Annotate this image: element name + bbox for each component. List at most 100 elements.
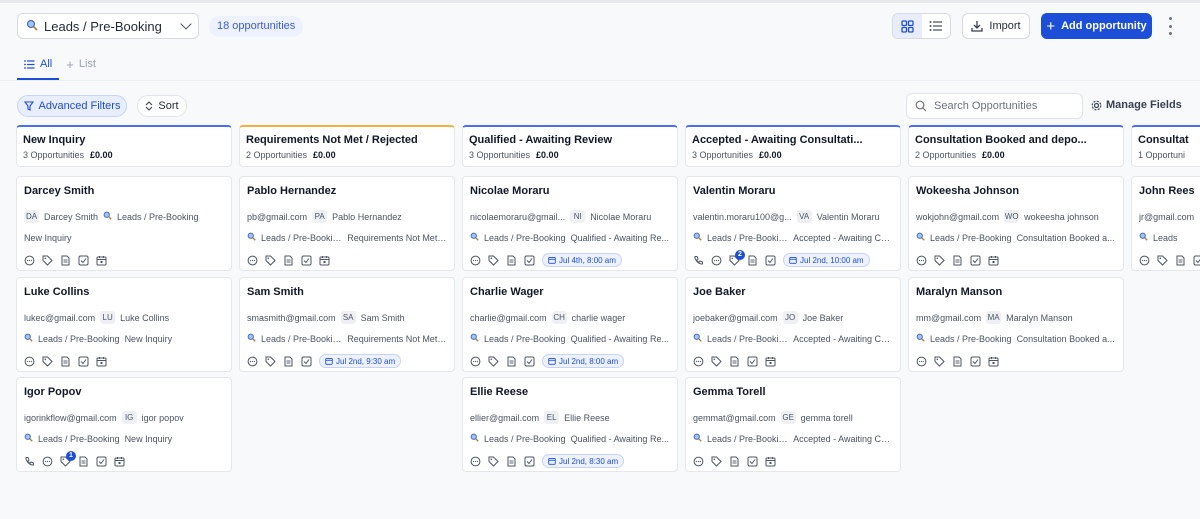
chat-icon[interactable] bbox=[470, 456, 481, 467]
opportunity-card[interactable]: Valentin Moraru valentin.moraru100@g... VA… bbox=[685, 176, 901, 271]
opportunity-card[interactable]: Nicolae Moraru nicolaemoraru@gmail... NI Ni… bbox=[462, 176, 678, 271]
pipeline-select[interactable]: Leads / Pre-Booking bbox=[17, 13, 199, 39]
note-icon[interactable] bbox=[78, 456, 89, 467]
note-icon[interactable] bbox=[283, 356, 294, 367]
phone-icon[interactable] bbox=[24, 456, 35, 467]
appointment-badge[interactable]: Jul 2nd, 8:00 am bbox=[542, 354, 625, 368]
opportunity-name[interactable]: Maralyn Manson bbox=[916, 285, 1116, 299]
opportunity-card[interactable]: Ellie Reese ellier@gmail.com EL Ellie Reese… bbox=[462, 377, 678, 472]
tag-icon[interactable] bbox=[934, 356, 945, 367]
tag-icon[interactable] bbox=[1157, 255, 1168, 266]
opportunity-card[interactable]: Pablo Hernandez pb@gmail.com PA Pablo Herna… bbox=[239, 176, 455, 271]
opportunity-name[interactable]: Charlie Wager bbox=[470, 285, 670, 299]
task-icon[interactable] bbox=[747, 456, 758, 467]
opportunity-card[interactable]: Charlie Wager charlie@gmail.com CH charlie … bbox=[462, 277, 678, 372]
chat-icon[interactable] bbox=[693, 456, 704, 467]
note-icon[interactable] bbox=[506, 356, 517, 367]
tag-icon[interactable] bbox=[265, 255, 276, 266]
opportunity-card[interactable]: Gemma Torell gemmat@gmail.com GE gemma tore… bbox=[685, 377, 901, 472]
calendar-icon[interactable] bbox=[988, 255, 999, 266]
tag-icon[interactable] bbox=[488, 456, 499, 467]
chat-icon[interactable] bbox=[470, 255, 481, 266]
calendar-icon[interactable] bbox=[765, 456, 776, 467]
chat-icon[interactable] bbox=[24, 255, 35, 266]
calendar-icon[interactable] bbox=[765, 356, 776, 367]
opportunity-name[interactable]: Valentin Moraru bbox=[693, 184, 893, 198]
search-input[interactable] bbox=[934, 100, 1074, 112]
opportunity-name[interactable]: Sam Smith bbox=[247, 285, 447, 299]
tab-all[interactable]: All bbox=[24, 56, 52, 72]
appointment-badge[interactable]: Jul 2nd, 8:30 am bbox=[542, 454, 625, 468]
chat-icon[interactable] bbox=[42, 456, 53, 467]
manage-fields-button[interactable]: Manage Fields bbox=[1091, 99, 1182, 111]
tag-icon[interactable] bbox=[42, 255, 53, 266]
chat-icon[interactable] bbox=[916, 255, 927, 266]
opportunity-name[interactable]: Joe Baker bbox=[693, 285, 893, 299]
appointment-badge[interactable]: Jul 2nd, 9:30 am bbox=[319, 354, 402, 368]
task-icon[interactable] bbox=[78, 356, 89, 367]
calendar-icon[interactable] bbox=[988, 356, 999, 367]
task-icon[interactable] bbox=[96, 456, 107, 467]
opportunity-name[interactable]: Wokeesha Johnson bbox=[916, 184, 1116, 198]
opportunity-name[interactable]: Pablo Hernandez bbox=[247, 184, 447, 198]
tag-icon[interactable] bbox=[488, 255, 499, 266]
note-icon[interactable] bbox=[1175, 255, 1186, 266]
opportunity-card[interactable]: John Rees jr@gmail.com Leads bbox=[1131, 176, 1200, 271]
tag-icon[interactable] bbox=[934, 255, 945, 266]
note-icon[interactable] bbox=[506, 456, 517, 467]
task-icon[interactable] bbox=[524, 255, 535, 266]
opportunity-name[interactable]: Darcey Smith bbox=[24, 184, 224, 198]
opportunity-card[interactable]: Darcey Smith DA Darcey Smith Leads / Pre-Bo… bbox=[16, 176, 232, 271]
calendar-icon[interactable] bbox=[319, 255, 330, 266]
chat-icon[interactable] bbox=[693, 356, 704, 367]
opportunity-name[interactable]: Igor Popov bbox=[24, 385, 224, 399]
opportunity-name[interactable]: Gemma Torell bbox=[693, 385, 893, 399]
opportunity-card[interactable]: Maralyn Manson mm@gmail.com MA Maralyn Mans… bbox=[908, 277, 1124, 372]
chat-icon[interactable] bbox=[470, 356, 481, 367]
note-icon[interactable] bbox=[952, 356, 963, 367]
advanced-filters-button[interactable]: Advanced Filters bbox=[17, 95, 127, 117]
chat-icon[interactable] bbox=[711, 255, 722, 266]
task-icon[interactable] bbox=[301, 255, 312, 266]
chat-icon[interactable] bbox=[24, 356, 35, 367]
tab-list[interactable]: + List bbox=[66, 56, 96, 72]
note-icon[interactable] bbox=[747, 255, 758, 266]
note-icon[interactable] bbox=[60, 356, 71, 367]
calendar-icon[interactable] bbox=[114, 456, 125, 467]
opportunity-name[interactable]: Nicolae Moraru bbox=[470, 184, 670, 198]
tag-icon[interactable] bbox=[265, 356, 276, 367]
task-icon[interactable] bbox=[970, 255, 981, 266]
task-icon[interactable] bbox=[524, 356, 535, 367]
opportunity-name[interactable]: Ellie Reese bbox=[470, 385, 670, 399]
tag-icon[interactable]: 1 bbox=[60, 450, 76, 467]
note-icon[interactable] bbox=[729, 456, 740, 467]
chat-icon[interactable] bbox=[916, 356, 927, 367]
tag-icon[interactable] bbox=[42, 356, 53, 367]
task-icon[interactable] bbox=[1193, 255, 1200, 266]
opportunity-card[interactable]: Igor Popov igorinkflow@gmail.com IG igor po… bbox=[16, 377, 232, 472]
note-icon[interactable] bbox=[283, 255, 294, 266]
opportunity-card[interactable]: Sam Smith smasmith@gmail.com SA Sam Smith Le… bbox=[239, 277, 455, 372]
tag-icon[interactable] bbox=[711, 456, 722, 467]
list-view-button[interactable] bbox=[922, 14, 951, 38]
board-view-button[interactable] bbox=[893, 14, 922, 38]
appointment-badge[interactable]: Jul 2nd, 10:00 am bbox=[783, 253, 870, 267]
task-icon[interactable] bbox=[301, 356, 312, 367]
more-options-icon[interactable] bbox=[1166, 17, 1174, 35]
calendar-icon[interactable] bbox=[96, 356, 107, 367]
opportunity-card[interactable]: Wokeesha Johnson wokjohn@gmail.com WO wokee… bbox=[908, 176, 1124, 271]
chat-icon[interactable] bbox=[247, 356, 258, 367]
note-icon[interactable] bbox=[60, 255, 71, 266]
task-icon[interactable] bbox=[747, 356, 758, 367]
add-opportunity-button[interactable]: + Add opportunity bbox=[1041, 13, 1152, 39]
note-icon[interactable] bbox=[506, 255, 517, 266]
tag-icon[interactable] bbox=[711, 356, 722, 367]
appointment-badge[interactable]: Jul 4th, 8:00 am bbox=[542, 253, 622, 267]
tag-icon[interactable] bbox=[488, 356, 499, 367]
opportunity-card[interactable]: Joe Baker joebaker@gmail.com JO Joe Baker Le… bbox=[685, 277, 901, 372]
import-button[interactable]: Import bbox=[962, 13, 1030, 39]
chat-icon[interactable] bbox=[1139, 255, 1150, 266]
opportunity-name[interactable]: Luke Collins bbox=[24, 285, 224, 299]
task-icon[interactable] bbox=[765, 255, 776, 266]
chat-icon[interactable] bbox=[247, 255, 258, 266]
